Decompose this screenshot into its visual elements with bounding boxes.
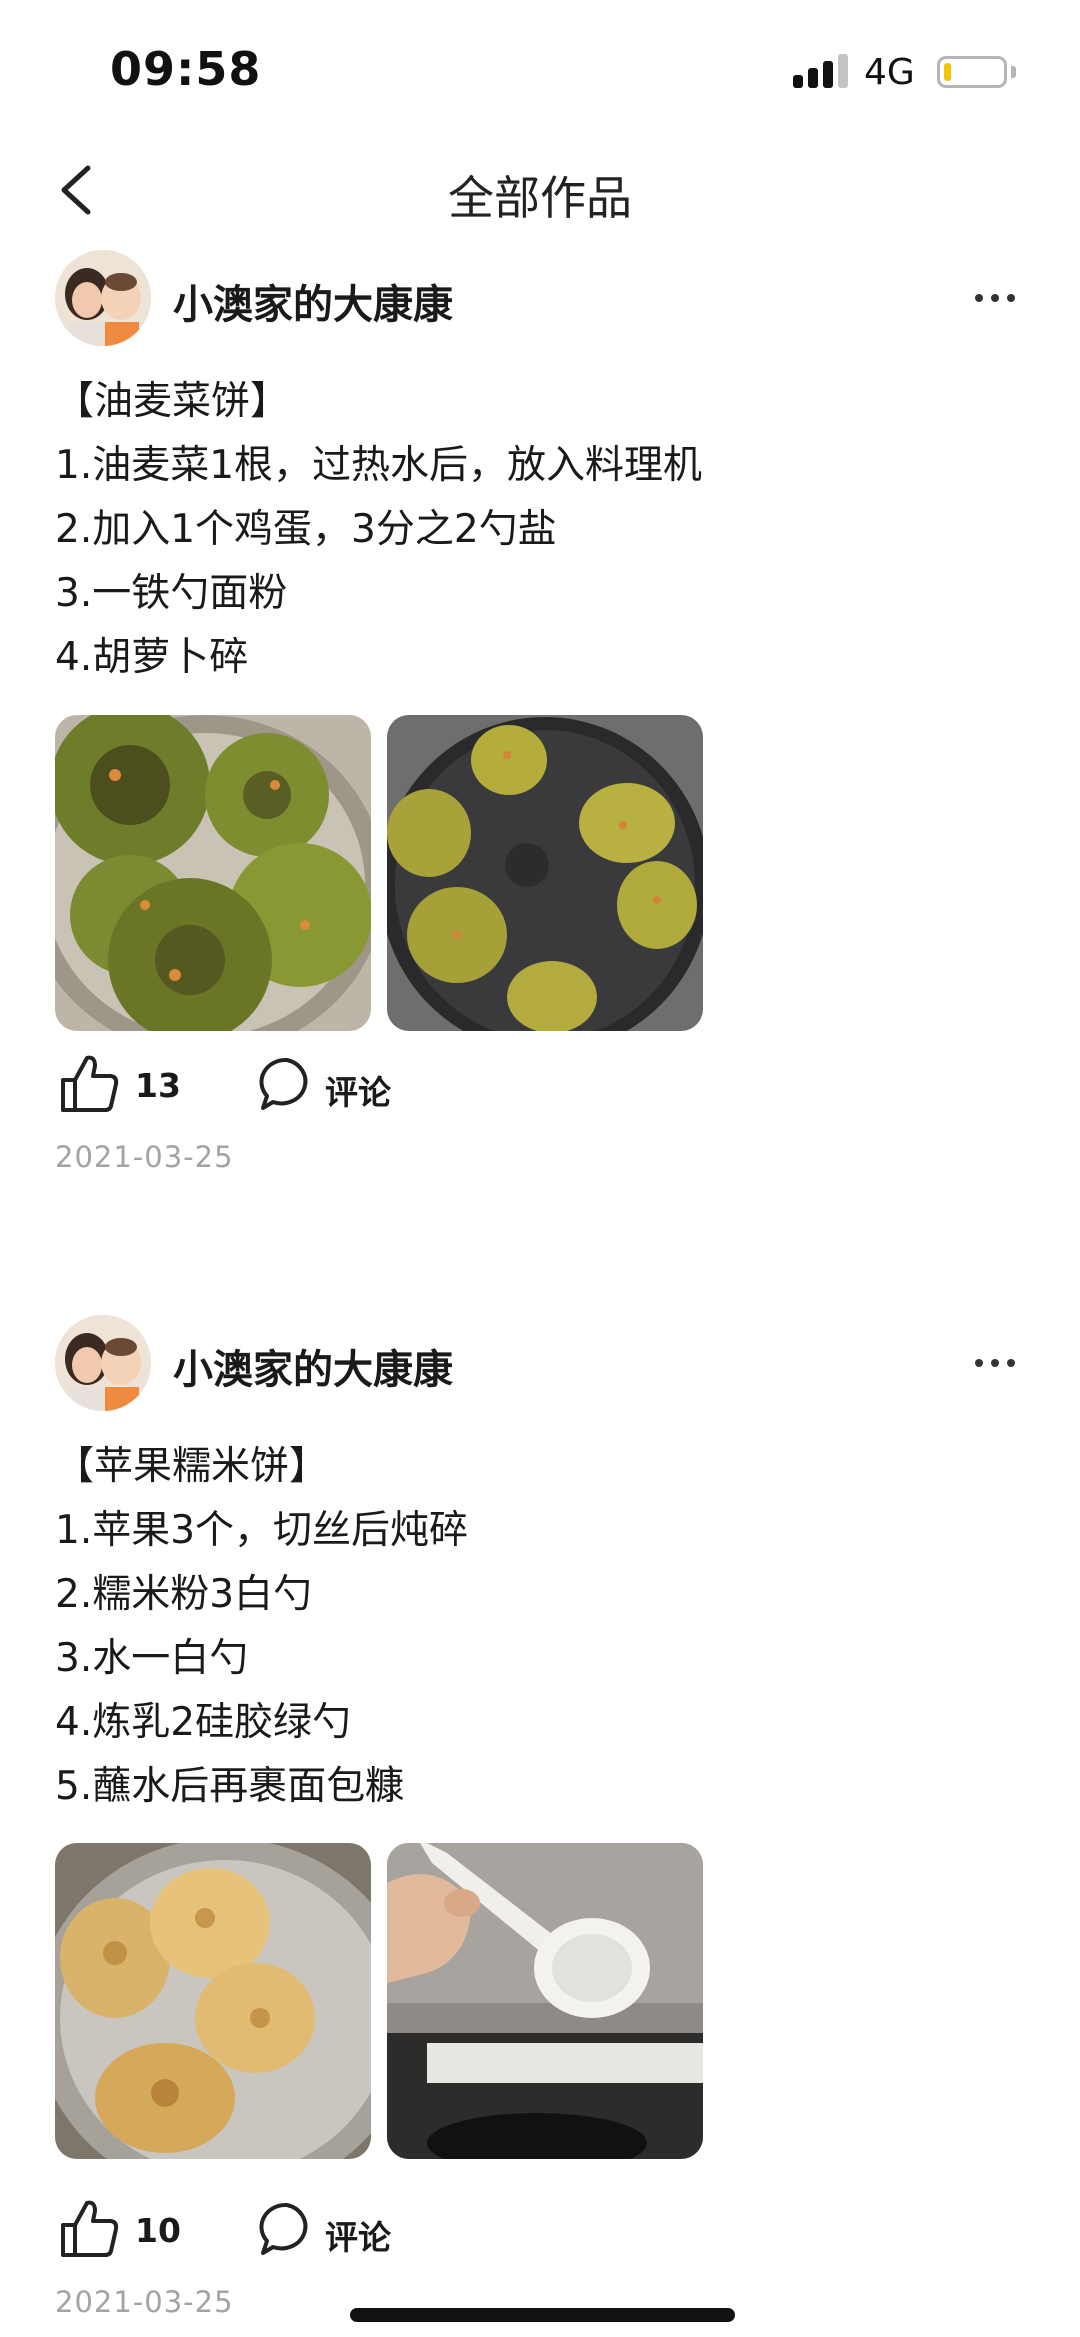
post-text-line: 【油麦菜饼】 <box>55 379 290 424</box>
like-count: 10 <box>135 2211 181 2250</box>
post-date: 2021-03-25 <box>55 1140 234 1174</box>
avatar[interactable] <box>55 1315 151 1411</box>
back-button[interactable] <box>50 160 110 220</box>
pancakes-in-pan-photo[interactable] <box>387 715 703 1031</box>
post-actions: 13 评论 <box>55 1050 655 1120</box>
post-text-line: 4.炼乳2硅胶绿勺 <box>55 1700 352 1745</box>
author-name[interactable]: 小澳家的大康康 <box>173 1337 453 1395</box>
battery-tip <box>1011 66 1016 78</box>
post-text-line: 3.水一白勺 <box>55 1636 249 1681</box>
post-text-line: 【苹果糯米饼】 <box>55 1444 329 1489</box>
post-actions: 10 评论 <box>55 2195 655 2265</box>
post-header: 小澳家的大康康 <box>55 250 1025 346</box>
post-text: 【苹果糯米饼】 1.苹果3个，切丝后炖碎 2.糯米粉3白勺 3.水一白勺 4.炼… <box>55 1435 1025 1819</box>
comment-bubble-icon <box>259 1057 308 1110</box>
chevron-left-icon <box>61 165 91 215</box>
ellipsis-icon <box>975 294 1015 302</box>
post-text: 【油麦菜饼】 1.油麦菜1根，过热水后，放入料理机 2.加入1个鸡蛋，3分之2勺… <box>55 370 1025 690</box>
avatar-image <box>55 250 151 346</box>
post-text-line: 2.糯米粉3白勺 <box>55 1572 313 1617</box>
comment-label: 评论 <box>325 1073 391 1112</box>
post-header: 小澳家的大康康 <box>55 1315 1025 1411</box>
post-images <box>55 1843 715 2159</box>
battery-level <box>944 63 951 81</box>
post-date: 2021-03-25 <box>55 2285 234 2319</box>
signal-icon <box>793 54 849 88</box>
status-time: 09:58 <box>110 42 262 96</box>
post-text-line: 1.油麦菜1根，过热水后，放入料理机 <box>55 443 703 488</box>
screen: 09:58 4G 全部作品 小澳家的大康康 【油麦菜饼】 1.油麦菜1根，过热水… <box>0 0 1080 2337</box>
status-bar: 09:58 4G <box>0 0 1080 130</box>
comment-button[interactable]: 评论 <box>255 2195 415 2265</box>
like-button[interactable]: 13 <box>55 1050 215 1120</box>
author-name[interactable]: 小澳家的大康康 <box>173 272 453 330</box>
avatar-image <box>55 1315 151 1411</box>
post-text-line: 2.加入1个鸡蛋，3分之2勺盐 <box>55 507 557 552</box>
ellipsis-icon <box>975 1359 1015 1367</box>
network-type: 4G <box>864 52 915 93</box>
page-title: 全部作品 <box>448 171 632 225</box>
post-text-line: 3.一铁勺面粉 <box>55 571 288 616</box>
pancakes-on-plate-photo[interactable] <box>55 715 371 1031</box>
nav-bar: 全部作品 <box>0 140 1080 240</box>
post-text-line: 1.苹果3个，切丝后炖碎 <box>55 1508 469 1553</box>
like-count: 13 <box>135 1066 181 1105</box>
fried-rice-cakes-photo[interactable] <box>55 1843 371 2159</box>
thumbs-up-icon <box>61 1055 119 1112</box>
avatar[interactable] <box>55 250 151 346</box>
more-button[interactable] <box>965 268 1025 328</box>
post-text-line: 5.蘸水后再裹面包糠 <box>55 1764 405 1809</box>
thumbs-up-icon <box>61 2200 119 2257</box>
battery-icon <box>937 56 1007 88</box>
comment-label: 评论 <box>325 2218 391 2257</box>
post-images <box>55 715 715 1031</box>
comment-bubble-icon <box>259 2202 308 2255</box>
like-button[interactable]: 10 <box>55 2195 215 2265</box>
comment-button[interactable]: 评论 <box>255 1050 415 1120</box>
white-ladle-photo[interactable] <box>387 1843 703 2159</box>
post-text-line: 4.胡萝卜碎 <box>55 635 249 680</box>
home-indicator[interactable] <box>350 2308 735 2322</box>
more-button[interactable] <box>965 1333 1025 1393</box>
